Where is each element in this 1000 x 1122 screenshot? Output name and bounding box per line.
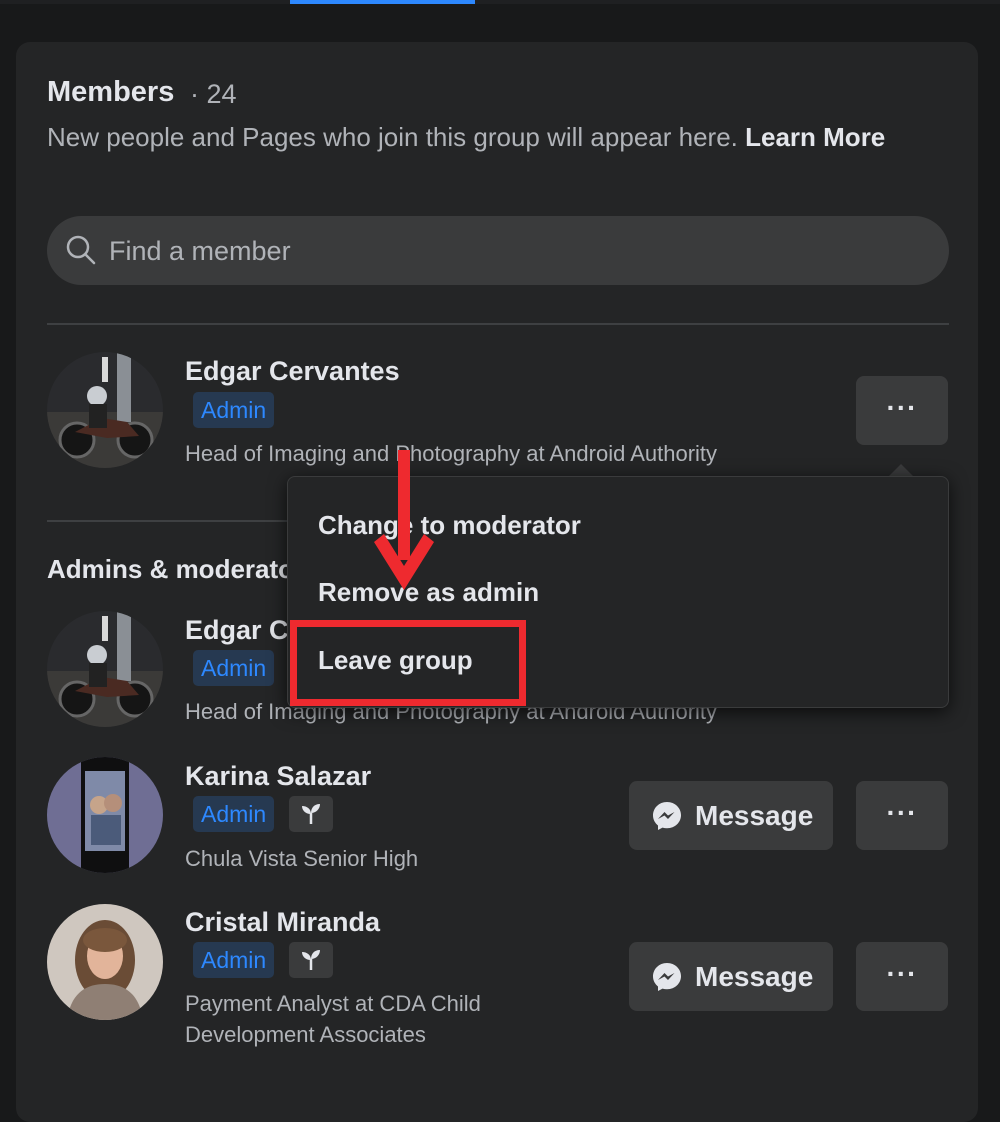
members-count: · 24 xyxy=(190,79,237,109)
new-member-badge xyxy=(289,942,333,978)
search-input[interactable] xyxy=(107,216,931,287)
message-button[interactable]: Message xyxy=(629,781,833,850)
member-subtitle: Head of Imaging and Photography at Andro… xyxy=(185,441,718,466)
menu-caret xyxy=(889,464,913,476)
avatar[interactable] xyxy=(47,352,163,468)
member-name[interactable]: Edgar Cervantes xyxy=(185,356,400,387)
message-label: Message xyxy=(695,800,814,831)
admin-badge: Admin xyxy=(193,942,275,978)
message-label: Message xyxy=(695,961,814,992)
search-icon xyxy=(66,235,96,265)
admin-badge: Admin xyxy=(193,392,275,428)
highlight-annotation xyxy=(290,620,526,706)
admin-badge: Admin xyxy=(193,650,275,686)
description-text: New people and Pages who join this group… xyxy=(47,122,738,152)
down-arrow-annotation xyxy=(374,450,434,590)
message-button[interactable]: Message xyxy=(629,942,833,1011)
sprout-icon xyxy=(302,804,320,824)
active-tab-indicator xyxy=(290,0,475,4)
avatar[interactable] xyxy=(47,611,163,727)
avatar[interactable] xyxy=(47,904,163,1020)
more-icon: ··· xyxy=(886,797,918,828)
admin-badge: Admin xyxy=(193,796,275,832)
more-icon: ··· xyxy=(886,392,918,423)
more-options-button[interactable]: ··· xyxy=(856,376,948,445)
new-member-badge xyxy=(289,796,333,832)
more-options-button[interactable]: ··· xyxy=(856,942,948,1011)
messenger-icon xyxy=(653,802,681,830)
messenger-icon xyxy=(653,963,681,991)
section-title: Admins & moderators xyxy=(47,554,319,584)
more-icon: ··· xyxy=(886,958,918,989)
member-subtitle: Payment Analyst at CDA Child Development… xyxy=(185,991,481,1047)
more-options-button[interactable]: ··· xyxy=(856,781,948,850)
top-bar xyxy=(0,0,1000,4)
learn-more-link[interactable]: Learn More xyxy=(745,122,885,152)
member-name[interactable]: Karina Salazar xyxy=(185,761,371,792)
members-title: Members xyxy=(47,76,175,108)
menu-item-change-to-moderator[interactable]: Change to moderator xyxy=(318,510,581,541)
member-search-box[interactable] xyxy=(47,216,949,287)
sprout-icon xyxy=(302,950,320,970)
members-description: New people and Pages who join this group… xyxy=(47,118,927,156)
member-name[interactable]: Cristal Miranda xyxy=(185,907,380,938)
avatar[interactable] xyxy=(47,757,163,873)
member-subtitle: Chula Vista Senior High xyxy=(185,846,419,871)
divider xyxy=(47,323,949,325)
